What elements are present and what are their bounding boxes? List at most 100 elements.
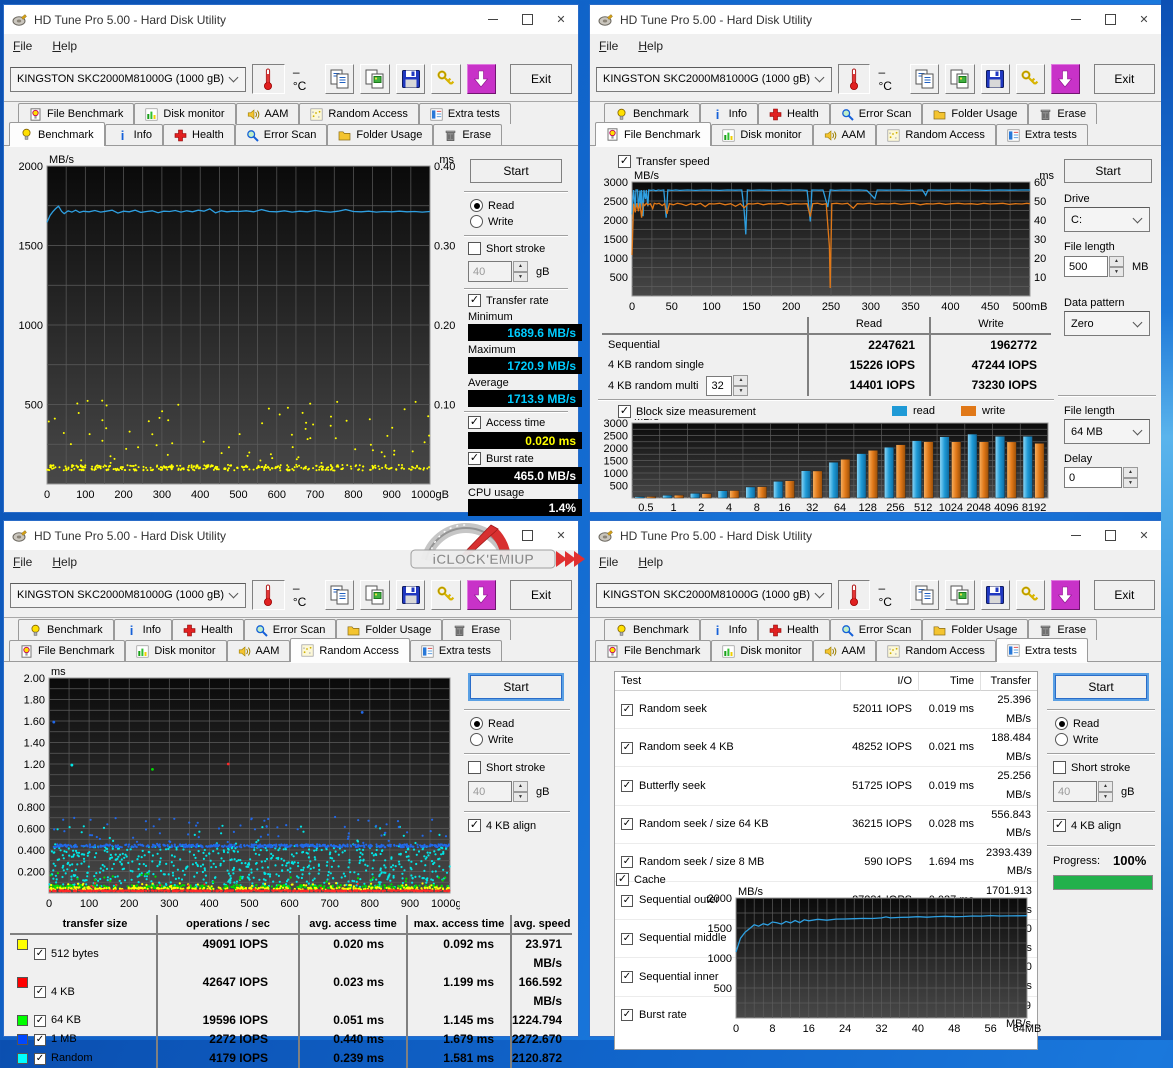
spin-down-icon[interactable]: ▼ <box>1123 478 1138 489</box>
tab-disk-monitor[interactable]: Disk monitor <box>711 640 812 661</box>
tab-file-benchmark[interactable]: File Benchmark <box>595 122 711 146</box>
exit-button[interactable]: Exit <box>510 580 572 610</box>
tab-disk-monitor[interactable]: Disk monitor <box>711 124 812 145</box>
test-checkbox[interactable]: ✓ <box>621 895 633 907</box>
series-checkbox[interactable]: ✓ <box>34 986 46 998</box>
save-button[interactable] <box>396 64 425 94</box>
tab-folder-usage[interactable]: Folder Usage <box>922 103 1028 124</box>
spin-up-icon[interactable]: ▲ <box>513 261 528 272</box>
tab-info[interactable]: iInfo <box>114 619 172 640</box>
tab-aam[interactable]: AAM <box>227 640 291 661</box>
multi-queue-spinner[interactable]: 32▲▼ <box>706 375 748 396</box>
access-time-checkbox[interactable]: ✓Access time <box>468 416 545 429</box>
test-checkbox[interactable]: ✓ <box>621 818 633 830</box>
tab-info[interactable]: iInfo <box>700 103 758 124</box>
start-button[interactable]: Start <box>470 675 562 699</box>
test-checkbox[interactable]: ✓ <box>621 933 633 945</box>
stroke-length-spinner[interactable]: 40▲▼gB <box>1053 781 1134 802</box>
write-radio[interactable]: Write <box>470 215 513 228</box>
read-radio[interactable]: Read <box>1055 717 1099 730</box>
maximize-button[interactable] <box>510 5 544 34</box>
read-radio[interactable]: Read <box>470 717 514 730</box>
short-stroke-checkbox[interactable]: Short stroke <box>1053 761 1130 774</box>
series-checkbox[interactable]: ✓ <box>34 1015 46 1027</box>
title-bar[interactable]: HD Tune Pro 5.00 - Hard Disk Utility✕ <box>4 5 578 34</box>
minimize-button[interactable] <box>476 5 510 34</box>
exit-button[interactable]: Exit <box>510 64 572 94</box>
menu-help[interactable]: Help <box>638 555 663 569</box>
block-size-checkbox[interactable]: ✓Block size measurement <box>618 405 756 418</box>
tab-health[interactable]: Health <box>163 124 235 145</box>
tab-folder-usage[interactable]: Folder Usage <box>336 619 442 640</box>
spin-up-icon[interactable]: ▲ <box>1098 781 1113 792</box>
cache-checkbox[interactable]: ✓Cache <box>616 873 666 886</box>
tab-error-scan[interactable]: Error Scan <box>830 619 923 640</box>
series-checkbox[interactable]: ✓ <box>34 948 46 960</box>
device-select[interactable]: KINGSTON SKC2000M81000G (1000 gB) <box>596 67 832 92</box>
copy-text-button[interactable] <box>325 580 354 610</box>
keys-button[interactable] <box>431 580 460 610</box>
copy-text-button[interactable] <box>325 64 354 94</box>
tab-aam[interactable]: AAM <box>813 640 877 661</box>
test-checkbox[interactable]: ✓ <box>621 856 633 868</box>
tab-health[interactable]: Health <box>172 619 244 640</box>
tab-random-access[interactable]: Random Access <box>876 124 995 145</box>
tab-folder-usage[interactable]: Folder Usage <box>922 619 1028 640</box>
tab-file-benchmark[interactable]: File Benchmark <box>595 640 711 661</box>
tab-aam[interactable]: AAM <box>236 103 300 124</box>
close-button[interactable]: ✕ <box>1127 521 1161 550</box>
tab-erase[interactable]: Erase <box>1028 619 1097 640</box>
copy-image-button[interactable] <box>360 580 389 610</box>
update-arrow-button[interactable] <box>1051 64 1080 94</box>
start-button[interactable]: Start <box>1055 675 1147 699</box>
tab-folder-usage[interactable]: Folder Usage <box>327 124 433 145</box>
tab-random-access[interactable]: Random Access <box>290 638 409 662</box>
close-button[interactable]: ✕ <box>544 5 578 34</box>
copy-image-button[interactable] <box>945 64 974 94</box>
spin-up-icon[interactable]: ▲ <box>1109 256 1124 267</box>
tab-info[interactable]: iInfo <box>105 124 163 145</box>
tab-error-scan[interactable]: Error Scan <box>235 124 328 145</box>
spin-up-icon[interactable]: ▲ <box>1123 467 1138 478</box>
test-checkbox[interactable]: ✓ <box>621 971 633 983</box>
tab-error-scan[interactable]: Error Scan <box>244 619 337 640</box>
save-button[interactable] <box>981 580 1010 610</box>
device-select[interactable]: KINGSTON SKC2000M81000G (1000 gB) <box>10 583 246 608</box>
tab-erase[interactable]: Erase <box>433 124 502 145</box>
tab-extra-tests[interactable]: Extra tests <box>996 638 1088 662</box>
exit-button[interactable]: Exit <box>1094 64 1155 94</box>
minimize-button[interactable] <box>1059 521 1093 550</box>
save-button[interactable] <box>981 64 1010 94</box>
update-arrow-button[interactable] <box>467 580 496 610</box>
tab-disk-monitor[interactable]: Disk monitor <box>125 640 226 661</box>
keys-button[interactable] <box>431 64 460 94</box>
menu-file[interactable]: File <box>599 555 618 569</box>
burst-rate-checkbox[interactable]: ✓Burst rate <box>468 452 534 465</box>
menu-help[interactable]: Help <box>52 39 77 53</box>
transfer-rate-checkbox[interactable]: ✓Transfer rate <box>468 294 549 307</box>
tab-erase[interactable]: Erase <box>442 619 511 640</box>
stroke-length-spinner[interactable]: 40▲▼gB <box>468 261 549 282</box>
start-button[interactable]: Start <box>1064 159 1152 183</box>
4kb-align-checkbox[interactable]: ✓4 KB align <box>468 819 536 832</box>
menu-file[interactable]: File <box>599 39 618 53</box>
4kb-align-checkbox[interactable]: ✓4 KB align <box>1053 819 1121 832</box>
copy-image-button[interactable] <box>945 580 974 610</box>
copy-image-button[interactable] <box>360 64 389 94</box>
save-button[interactable] <box>396 580 425 610</box>
maximize-button[interactable] <box>1093 521 1127 550</box>
file-length-spinner[interactable]: 500▲▼MB <box>1064 256 1149 277</box>
menu-file[interactable]: File <box>13 39 32 53</box>
menu-file[interactable]: File <box>13 555 32 569</box>
transfer-speed-checkbox[interactable]: ✓Transfer speed <box>618 155 710 168</box>
title-bar[interactable]: HD Tune Pro 5.00 - Hard Disk Utility✕ <box>590 5 1161 34</box>
tab-error-scan[interactable]: Error Scan <box>830 103 923 124</box>
tab-benchmark[interactable]: Benchmark <box>9 122 105 146</box>
short-stroke-checkbox[interactable]: Short stroke <box>468 761 545 774</box>
update-arrow-button[interactable] <box>1051 580 1080 610</box>
tab-benchmark[interactable]: Benchmark <box>604 103 700 124</box>
test-checkbox[interactable]: ✓ <box>621 742 633 754</box>
spin-down-icon[interactable]: ▼ <box>513 792 528 803</box>
test-checkbox[interactable]: ✓ <box>621 780 633 792</box>
copy-text-button[interactable] <box>910 580 939 610</box>
